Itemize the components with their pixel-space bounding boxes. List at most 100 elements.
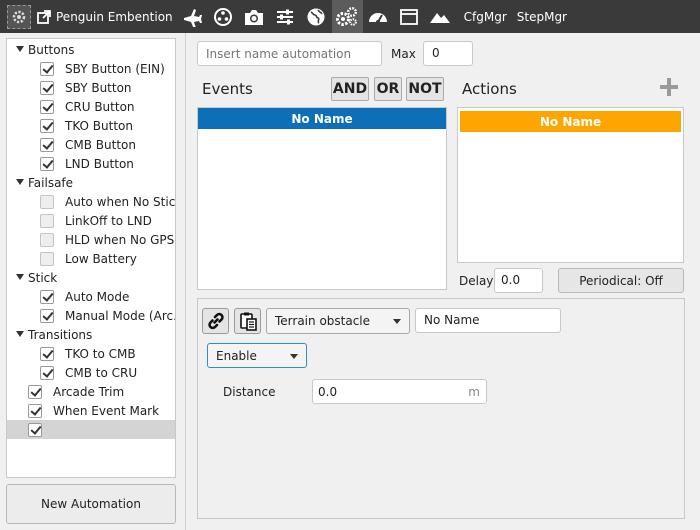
tree-item[interactable]: CMB Button: [7, 135, 175, 154]
automation-name-input[interactable]: [197, 41, 382, 66]
tree-item-label: TKO Button: [65, 118, 133, 133]
checkbox[interactable]: [40, 232, 54, 247]
collapse-arrow-icon[interactable]: [16, 179, 24, 185]
tree-item-selected[interactable]: [7, 420, 175, 439]
gauge-icon[interactable]: [363, 0, 394, 33]
tree-group-transitions[interactable]: Transitions: [7, 325, 175, 344]
tree-item[interactable]: LND Button: [7, 154, 175, 173]
new-automation-button[interactable]: New Automation: [6, 484, 176, 524]
not-button[interactable]: NOT: [406, 77, 444, 101]
tree-item[interactable]: Arcade Trim: [7, 382, 175, 401]
paste-icon[interactable]: [234, 308, 261, 334]
distance-label: Distance: [223, 385, 276, 399]
tree-item[interactable]: Auto Mode: [7, 287, 175, 306]
tree-group-label: Failsafe: [28, 175, 74, 190]
events-title: Events: [202, 80, 253, 98]
tree-item[interactable]: TKO to CMB: [7, 344, 175, 363]
checkbox[interactable]: [40, 61, 54, 76]
nodes-icon[interactable]: [208, 0, 239, 33]
tree-item-label: SBY Button: [65, 80, 132, 95]
checkbox[interactable]: [40, 99, 54, 114]
external-link-icon[interactable]: [36, 9, 52, 25]
link-icon[interactable]: [202, 308, 229, 334]
event-item[interactable]: No Name: [198, 108, 446, 129]
action-item[interactable]: No Name: [460, 111, 681, 132]
checkbox[interactable]: [40, 194, 54, 209]
tree-group-label: Stick: [28, 270, 58, 285]
collapse-arrow-icon[interactable]: [16, 46, 24, 52]
tree-item-label: LND Button: [65, 156, 134, 171]
app-title: Penguin Embention: [56, 9, 173, 24]
tree-item-label: Low Battery: [65, 251, 137, 266]
max-input[interactable]: 0: [423, 41, 473, 66]
gears-icon[interactable]: [331, 0, 363, 33]
tree-item[interactable]: When Event Mark: [7, 401, 175, 420]
enable-select[interactable]: Enable: [207, 343, 307, 368]
tree-item-label: When Event Mark: [53, 403, 160, 418]
sliders-icon[interactable]: [270, 0, 301, 33]
checkbox[interactable]: [40, 213, 54, 228]
tree-item[interactable]: Low Battery: [7, 249, 175, 268]
periodical-button[interactable]: Periodical: Off: [558, 268, 684, 293]
tree-item[interactable]: HLD when No GPS: [7, 230, 175, 249]
checkbox[interactable]: [28, 403, 42, 418]
add-action-plus-icon[interactable]: [659, 77, 679, 97]
airplane-icon[interactable]: [177, 0, 208, 33]
collapse-arrow-icon[interactable]: [16, 274, 24, 280]
distance-unit: m: [468, 385, 480, 399]
action-name-input[interactable]: No Name: [415, 308, 561, 333]
tree-group-label: Buttons: [28, 42, 75, 57]
tree-item[interactable]: SBY Button: [7, 78, 175, 97]
and-button[interactable]: AND: [331, 77, 369, 101]
automation-tree: Buttons SBY Button (EIN) SBY Button CRU …: [6, 38, 176, 478]
checkbox[interactable]: [40, 308, 54, 323]
checkbox[interactable]: [40, 80, 54, 95]
tree-item[interactable]: Auto when No Stick: [7, 192, 175, 211]
window-icon[interactable]: [394, 0, 425, 33]
tree-item-label: TKO to CMB: [65, 346, 136, 361]
tree-item-label: Manual Mode (Arc...: [65, 308, 175, 323]
delay-label: Delay: [459, 274, 494, 288]
tree-group-failsafe[interactable]: Failsafe: [7, 173, 175, 192]
checkbox[interactable]: [40, 289, 54, 304]
actions-title: Actions: [462, 80, 517, 98]
tree-item-label: Auto Mode: [65, 289, 130, 304]
delay-input[interactable]: 0.0: [494, 268, 543, 293]
mountain-icon[interactable]: [425, 0, 456, 33]
checkbox[interactable]: [40, 137, 54, 152]
checkbox[interactable]: [28, 422, 42, 437]
camera-icon[interactable]: [239, 0, 270, 33]
checkbox[interactable]: [40, 118, 54, 133]
cfgmgr-menu[interactable]: CfgMgr: [464, 10, 507, 24]
tree-item[interactable]: Manual Mode (Arc...: [7, 306, 175, 325]
top-toolbar: Penguin Embention CfgMgr StepMgr: [0, 0, 700, 33]
checkbox[interactable]: [40, 365, 54, 380]
tree-item[interactable]: CMB to CRU: [7, 363, 175, 382]
tree-item-label: SBY Button (EIN): [65, 61, 165, 76]
checkbox[interactable]: [28, 384, 42, 399]
tree-item[interactable]: CRU Button: [7, 97, 175, 116]
settings-gear-icon[interactable]: [7, 4, 31, 29]
enable-value: Enable: [216, 348, 257, 363]
tree-item-label: CMB Button: [65, 137, 136, 152]
tree-item-label: Auto when No Stick: [65, 194, 175, 209]
globe-icon[interactable]: [301, 0, 332, 33]
or-button[interactable]: OR: [374, 77, 402, 101]
tree-item-label: CMB to CRU: [65, 365, 138, 380]
tree-item[interactable]: SBY Button (EIN): [7, 59, 175, 78]
tree-item-label: HLD when No GPS: [65, 232, 175, 247]
tree-group-stick[interactable]: Stick: [7, 268, 175, 287]
distance-input[interactable]: 0.0 m: [312, 379, 487, 404]
panel-divider: [185, 33, 186, 530]
tree-item[interactable]: LinkOff to LND: [7, 211, 175, 230]
checkbox[interactable]: [40, 251, 54, 266]
stepmgr-menu[interactable]: StepMgr: [517, 10, 567, 24]
tree-item[interactable]: TKO Button: [7, 116, 175, 135]
checkbox[interactable]: [40, 346, 54, 361]
checkbox[interactable]: [40, 156, 54, 171]
action-type-select[interactable]: Terrain obstacle: [266, 308, 410, 334]
tree-group-buttons[interactable]: Buttons: [7, 40, 175, 59]
tree-item-label: LinkOff to LND: [65, 213, 152, 228]
collapse-arrow-icon[interactable]: [16, 331, 24, 337]
max-label: Max: [391, 47, 416, 61]
